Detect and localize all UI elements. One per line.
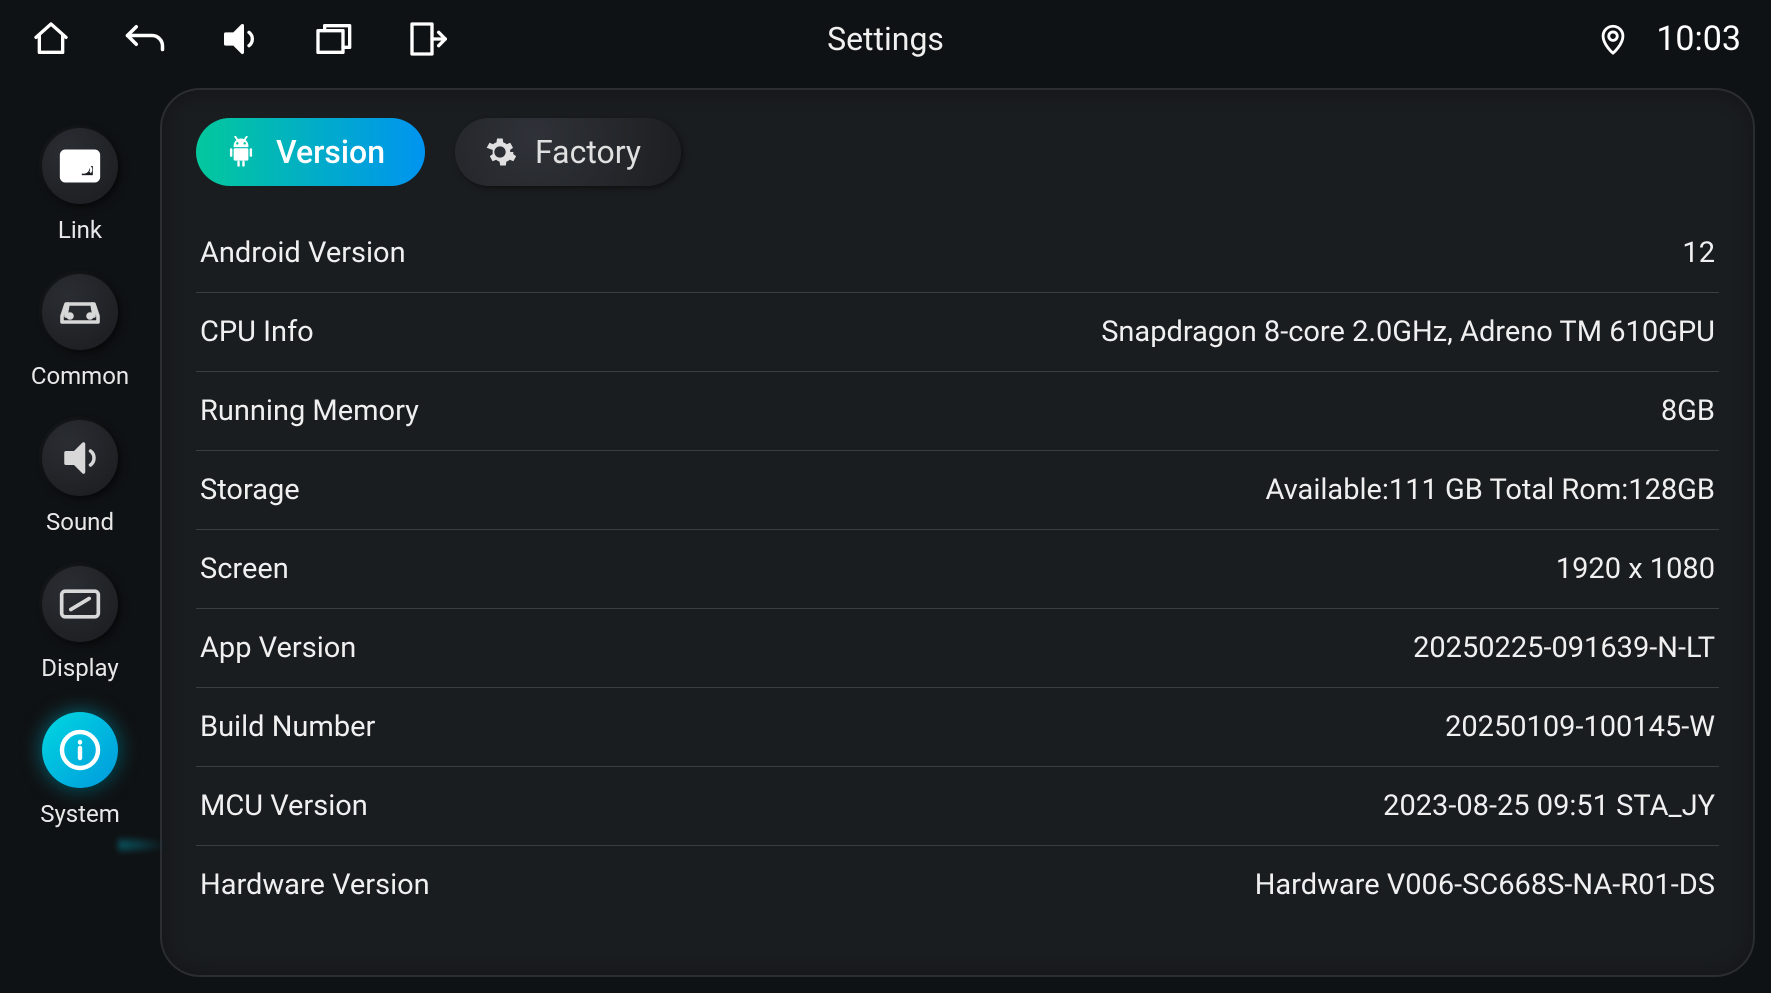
sidebar-item-label: Sound: [46, 508, 114, 536]
sidebar-item-common[interactable]: Common: [31, 274, 129, 390]
cast-icon: [58, 147, 102, 185]
info-value: 1920 x 1080: [1556, 552, 1715, 586]
info-label: MCU Version: [200, 789, 368, 823]
info-icon: [56, 726, 104, 774]
android-icon: [224, 135, 258, 169]
info-value: 20250225-091639-N-LT: [1413, 631, 1715, 665]
info-value: 12: [1682, 236, 1715, 270]
info-value: 20250109-100145-W: [1445, 710, 1715, 744]
location-icon[interactable]: [1592, 18, 1634, 60]
sidebar-item-label: Link: [58, 216, 102, 244]
tab-label: Version: [276, 133, 385, 171]
content-panel: Version Factory Android Version 12 CPU I…: [160, 88, 1755, 977]
top-bar: Settings 10:03: [0, 0, 1771, 78]
info-row-app-version[interactable]: App Version 20250225-091639-N-LT: [196, 609, 1719, 688]
info-label: Running Memory: [200, 394, 419, 428]
info-row-running-memory[interactable]: Running Memory 8GB: [196, 372, 1719, 451]
info-label: CPU Info: [200, 315, 314, 349]
sidebar: Link Common Sound: [0, 88, 160, 977]
info-value: Snapdragon 8-core 2.0GHz, Adreno TM 610G…: [1101, 315, 1715, 349]
tab-label: Factory: [535, 133, 641, 171]
info-value: Hardware V006-SC668S-NA-R01-DS: [1255, 868, 1715, 902]
back-icon[interactable]: [124, 18, 166, 60]
home-icon[interactable]: [30, 18, 72, 60]
display-icon: [58, 587, 102, 621]
sidebar-item-label: System: [40, 800, 120, 828]
car-icon: [56, 296, 104, 328]
exit-icon[interactable]: [406, 18, 448, 60]
info-value: 8GB: [1661, 394, 1715, 428]
info-label: Android Version: [200, 236, 406, 270]
info-label: Storage: [200, 473, 300, 507]
sidebar-item-label: Display: [41, 654, 119, 682]
tabs: Version Factory: [196, 118, 1719, 186]
info-label: Hardware Version: [200, 868, 430, 902]
info-row-hardware-version[interactable]: Hardware Version Hardware V006-SC668S-NA…: [196, 846, 1719, 924]
info-row-android-version[interactable]: Android Version 12: [196, 214, 1719, 293]
info-label: App Version: [200, 631, 356, 665]
info-row-cpu-info[interactable]: CPU Info Snapdragon 8-core 2.0GHz, Adren…: [196, 293, 1719, 372]
sidebar-item-link[interactable]: Link: [42, 128, 118, 244]
info-value: 2023-08-25 09:51 STA_JY: [1383, 789, 1715, 823]
info-label: Build Number: [200, 710, 375, 744]
sidebar-item-label: Common: [31, 362, 129, 390]
recents-icon[interactable]: [312, 18, 354, 60]
info-row-screen[interactable]: Screen 1920 x 1080: [196, 530, 1719, 609]
volume-icon: [59, 437, 101, 479]
sidebar-item-display[interactable]: Display: [41, 566, 119, 682]
clock: 10:03: [1656, 19, 1741, 59]
page-title: Settings: [827, 20, 944, 58]
gear-icon: [483, 135, 517, 169]
info-row-storage[interactable]: Storage Available:111 GB Total Rom:128GB: [196, 451, 1719, 530]
info-label: Screen: [200, 552, 289, 586]
volume-icon[interactable]: [218, 18, 260, 60]
tab-version[interactable]: Version: [196, 118, 425, 186]
info-list: Android Version 12 CPU Info Snapdragon 8…: [196, 214, 1719, 955]
info-value: Available:111 GB Total Rom:128GB: [1266, 473, 1716, 507]
info-row-build-number[interactable]: Build Number 20250109-100145-W: [196, 688, 1719, 767]
sidebar-item-system[interactable]: System: [40, 712, 120, 828]
info-row-mcu-version[interactable]: MCU Version 2023-08-25 09:51 STA_JY: [196, 767, 1719, 846]
tab-factory[interactable]: Factory: [455, 118, 681, 186]
sidebar-item-sound[interactable]: Sound: [42, 420, 118, 536]
